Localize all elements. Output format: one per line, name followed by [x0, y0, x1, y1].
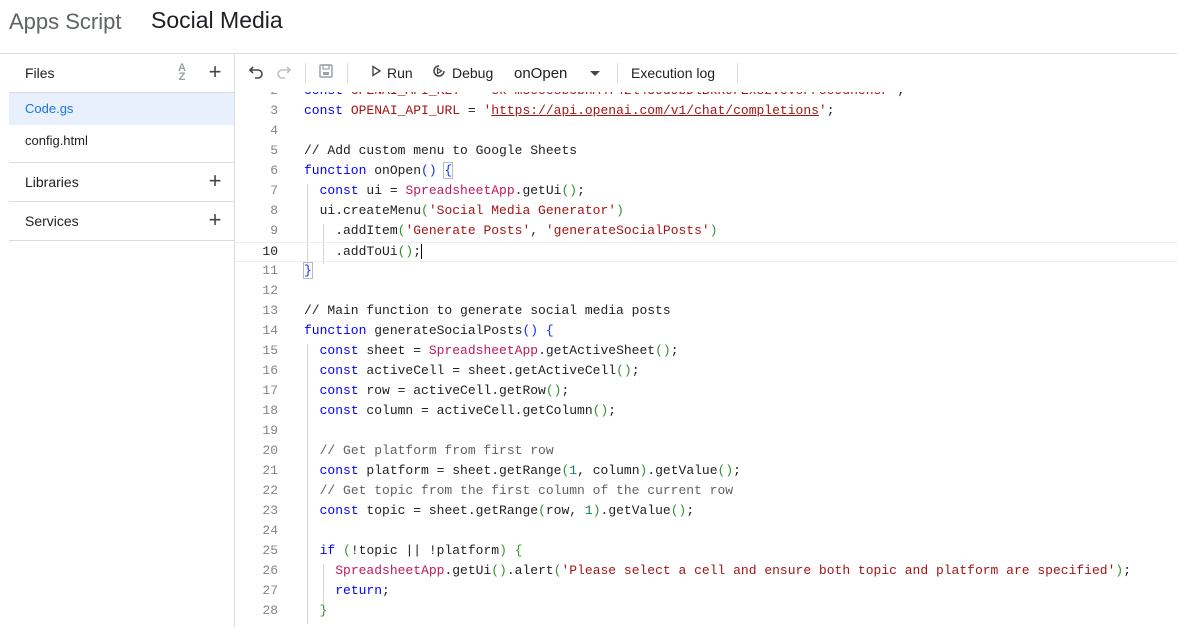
- code-line: 4: [270, 123, 278, 138]
- code-line: 20 // Get platform from first row: [262, 443, 554, 458]
- toolbar-divider: [305, 63, 306, 83]
- function-select-value[interactable]: onOpen: [514, 55, 567, 93]
- sort-az-icon[interactable]: AZ: [172, 63, 192, 83]
- code-line: 16 const activeCell = sheet.getActiveCel…: [262, 363, 640, 378]
- services-label: Services: [25, 213, 79, 229]
- code-line: 11}: [262, 262, 313, 279]
- code-line: 2const OPENAI_API_KEY = 'sk-m3ooe8bcbnA4…: [235, 92, 1177, 101]
- files-label: Files: [25, 65, 55, 81]
- debug-icon[interactable]: [429, 63, 449, 83]
- code-line: 9 .addItem('Generate Posts', 'generateSo…: [270, 223, 718, 238]
- add-library-icon[interactable]: +: [206, 170, 224, 192]
- app-header: Apps Script Social Media: [0, 0, 1177, 54]
- add-file-icon[interactable]: +: [206, 61, 224, 83]
- code-line: 21 const platform = sheet.getRange(1, co…: [262, 463, 741, 478]
- code-line: 19: [262, 423, 278, 438]
- code-line: 25 if (!topic || !platform) {: [262, 543, 523, 558]
- sidebar: Files AZ + Code.gs config.html Libraries…: [9, 54, 235, 627]
- toolbar-divider: [737, 63, 738, 83]
- code-line: 6 function onOpen() {: [270, 162, 454, 179]
- toolbar-divider: [617, 63, 618, 83]
- undo-icon[interactable]: [246, 63, 266, 83]
- code-line: 8 ui.createMenu('Social Media Generator'…: [270, 203, 624, 218]
- code-line: 14 function generateSocialPosts() {: [262, 323, 554, 338]
- save-icon[interactable]: [316, 63, 336, 83]
- chevron-down-icon[interactable]: [585, 64, 605, 84]
- code-line: 22 // Get topic from the first column of…: [262, 483, 734, 498]
- editor-toolbar: Run Debug onOpen Execution log: [235, 54, 1177, 93]
- code-line: 5// Add custom menu to Google Sheets: [270, 143, 578, 158]
- project-title[interactable]: Social Media: [151, 7, 283, 34]
- code-line: 17 const row = activeCell.getRow();: [262, 383, 570, 398]
- text-cursor: [421, 244, 423, 260]
- code-line: 23 const topic = sheet.getRange(row, 1).…: [262, 503, 695, 518]
- code-line: 24: [262, 523, 278, 538]
- app-name[interactable]: Apps Script: [9, 9, 122, 35]
- toolbar-divider: [347, 63, 348, 83]
- code-line: 3 const OPENAI_API_URL = 'https://api.ope…: [270, 103, 835, 118]
- redo-icon[interactable]: [274, 63, 294, 83]
- libraries-section: Libraries +: [9, 163, 234, 202]
- code-line: 7 const ui = SpreadsheetApp.getUi();: [270, 183, 585, 198]
- file-item-code-gs[interactable]: Code.gs: [9, 93, 234, 125]
- run-icon[interactable]: [366, 63, 386, 83]
- libraries-label: Libraries: [25, 174, 79, 190]
- execution-log-button[interactable]: Execution log: [631, 54, 715, 92]
- debug-button[interactable]: Debug: [452, 54, 493, 92]
- code-editor[interactable]: 2const OPENAI_API_KEY = 'sk-m3ooe8bcbnA4…: [235, 92, 1177, 627]
- code-line-current: 10 .addToUi();: [235, 242, 1177, 262]
- add-service-icon[interactable]: +: [206, 209, 224, 231]
- file-item-config-html[interactable]: config.html: [9, 125, 234, 157]
- code-line: 28 }: [262, 603, 328, 618]
- code-line: 27 return;: [262, 583, 390, 598]
- code-line: 15 const sheet = SpreadsheetApp.getActiv…: [262, 343, 679, 358]
- code-line: 26 SpreadsheetApp.getUi().alert('Please …: [262, 563, 1131, 578]
- code-line: 18 const column = activeCell.getColumn()…: [262, 403, 617, 418]
- services-section: Services +: [9, 202, 234, 241]
- run-button[interactable]: Run: [387, 54, 413, 92]
- code-line: 12: [262, 283, 278, 298]
- code-line: 13// Main function to generate social me…: [262, 303, 671, 318]
- file-list: Code.gs config.html: [9, 93, 234, 163]
- files-header: Files AZ +: [9, 54, 234, 93]
